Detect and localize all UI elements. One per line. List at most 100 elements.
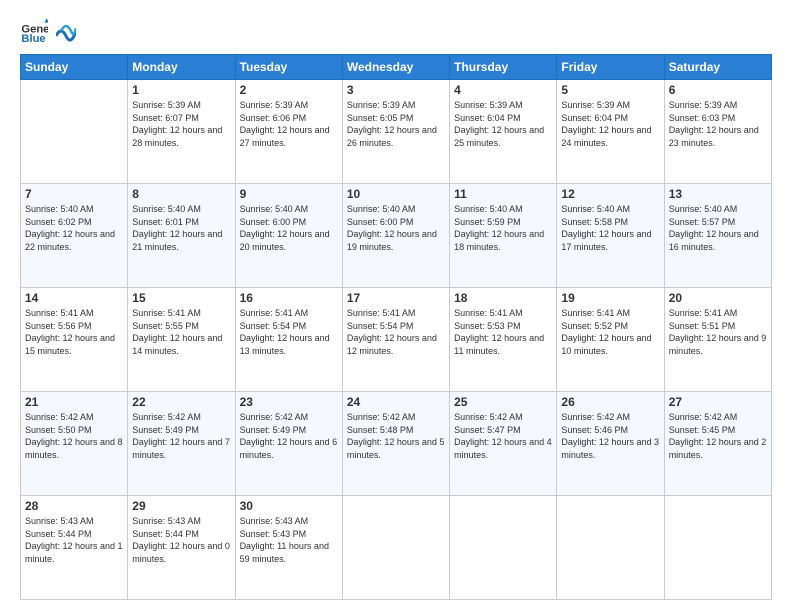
sunrise-text: Sunrise: 5:42 AM: [454, 411, 552, 424]
sunset-text: Sunset: 5:49 PM: [240, 424, 338, 437]
sunset-text: Sunset: 5:47 PM: [454, 424, 552, 437]
sunrise-text: Sunrise: 5:42 AM: [132, 411, 230, 424]
daylight-text: Daylight: 12 hours and 13 minutes.: [240, 332, 338, 357]
cell-info: Sunrise: 5:40 AM Sunset: 6:02 PM Dayligh…: [25, 203, 123, 253]
calendar-cell: 7 Sunrise: 5:40 AM Sunset: 6:02 PM Dayli…: [21, 184, 128, 288]
daylight-text: Daylight: 12 hours and 21 minutes.: [132, 228, 230, 253]
day-number: 19: [561, 291, 659, 305]
sunset-text: Sunset: 5:44 PM: [132, 528, 230, 541]
day-number: 12: [561, 187, 659, 201]
sunrise-text: Sunrise: 5:42 AM: [561, 411, 659, 424]
weekday-header-row: Sunday Monday Tuesday Wednesday Thursday…: [21, 55, 772, 80]
day-number: 10: [347, 187, 445, 201]
cell-info: Sunrise: 5:41 AM Sunset: 5:55 PM Dayligh…: [132, 307, 230, 357]
day-number: 3: [347, 83, 445, 97]
daylight-text: Daylight: 12 hours and 24 minutes.: [561, 124, 659, 149]
day-number: 9: [240, 187, 338, 201]
sunset-text: Sunset: 6:01 PM: [132, 216, 230, 229]
cell-info: Sunrise: 5:39 AM Sunset: 6:04 PM Dayligh…: [561, 99, 659, 149]
sunrise-text: Sunrise: 5:40 AM: [669, 203, 767, 216]
calendar-cell: 20 Sunrise: 5:41 AM Sunset: 5:51 PM Dayl…: [664, 288, 771, 392]
daylight-text: Daylight: 12 hours and 19 minutes.: [347, 228, 445, 253]
sunset-text: Sunset: 5:43 PM: [240, 528, 338, 541]
calendar-cell: 24 Sunrise: 5:42 AM Sunset: 5:48 PM Dayl…: [342, 392, 449, 496]
sunset-text: Sunset: 5:55 PM: [132, 320, 230, 333]
calendar-cell: 14 Sunrise: 5:41 AM Sunset: 5:56 PM Dayl…: [21, 288, 128, 392]
daylight-text: Daylight: 12 hours and 6 minutes.: [240, 436, 338, 461]
calendar-cell: 29 Sunrise: 5:43 AM Sunset: 5:44 PM Dayl…: [128, 496, 235, 600]
sunset-text: Sunset: 5:48 PM: [347, 424, 445, 437]
cell-info: Sunrise: 5:41 AM Sunset: 5:54 PM Dayligh…: [240, 307, 338, 357]
sunrise-text: Sunrise: 5:40 AM: [561, 203, 659, 216]
sunset-text: Sunset: 5:59 PM: [454, 216, 552, 229]
day-number: 27: [669, 395, 767, 409]
calendar-cell: 4 Sunrise: 5:39 AM Sunset: 6:04 PM Dayli…: [450, 80, 557, 184]
daylight-text: Daylight: 12 hours and 0 minutes.: [132, 540, 230, 565]
calendar-cell: [664, 496, 771, 600]
sunset-text: Sunset: 5:46 PM: [561, 424, 659, 437]
day-number: 21: [25, 395, 123, 409]
cell-info: Sunrise: 5:42 AM Sunset: 5:45 PM Dayligh…: [669, 411, 767, 461]
cell-info: Sunrise: 5:43 AM Sunset: 5:44 PM Dayligh…: [132, 515, 230, 565]
cell-info: Sunrise: 5:42 AM Sunset: 5:50 PM Dayligh…: [25, 411, 123, 461]
calendar-week-row: 1 Sunrise: 5:39 AM Sunset: 6:07 PM Dayli…: [21, 80, 772, 184]
sunrise-text: Sunrise: 5:43 AM: [240, 515, 338, 528]
daylight-text: Daylight: 12 hours and 8 minutes.: [25, 436, 123, 461]
calendar-week-row: 21 Sunrise: 5:42 AM Sunset: 5:50 PM Dayl…: [21, 392, 772, 496]
header-friday: Friday: [557, 55, 664, 80]
calendar-cell: 30 Sunrise: 5:43 AM Sunset: 5:43 PM Dayl…: [235, 496, 342, 600]
calendar-cell: 18 Sunrise: 5:41 AM Sunset: 5:53 PM Dayl…: [450, 288, 557, 392]
header-wednesday: Wednesday: [342, 55, 449, 80]
calendar-cell: 17 Sunrise: 5:41 AM Sunset: 5:54 PM Dayl…: [342, 288, 449, 392]
sunset-text: Sunset: 6:07 PM: [132, 112, 230, 125]
daylight-text: Daylight: 12 hours and 14 minutes.: [132, 332, 230, 357]
calendar-cell: 21 Sunrise: 5:42 AM Sunset: 5:50 PM Dayl…: [21, 392, 128, 496]
sunrise-text: Sunrise: 5:39 AM: [561, 99, 659, 112]
sunrise-text: Sunrise: 5:39 AM: [454, 99, 552, 112]
sunset-text: Sunset: 5:49 PM: [132, 424, 230, 437]
calendar-cell: 9 Sunrise: 5:40 AM Sunset: 6:00 PM Dayli…: [235, 184, 342, 288]
day-number: 6: [669, 83, 767, 97]
day-number: 16: [240, 291, 338, 305]
sunset-text: Sunset: 5:45 PM: [669, 424, 767, 437]
cell-info: Sunrise: 5:39 AM Sunset: 6:03 PM Dayligh…: [669, 99, 767, 149]
daylight-text: Daylight: 11 hours and 59 minutes.: [240, 540, 338, 565]
sunset-text: Sunset: 6:03 PM: [669, 112, 767, 125]
daylight-text: Daylight: 12 hours and 25 minutes.: [454, 124, 552, 149]
sunset-text: Sunset: 5:51 PM: [669, 320, 767, 333]
calendar-cell: 12 Sunrise: 5:40 AM Sunset: 5:58 PM Dayl…: [557, 184, 664, 288]
calendar-week-row: 28 Sunrise: 5:43 AM Sunset: 5:44 PM Dayl…: [21, 496, 772, 600]
cell-info: Sunrise: 5:39 AM Sunset: 6:07 PM Dayligh…: [132, 99, 230, 149]
day-number: 24: [347, 395, 445, 409]
header-tuesday: Tuesday: [235, 55, 342, 80]
daylight-text: Daylight: 12 hours and 5 minutes.: [347, 436, 445, 461]
calendar-cell: 1 Sunrise: 5:39 AM Sunset: 6:07 PM Dayli…: [128, 80, 235, 184]
calendar-cell: 26 Sunrise: 5:42 AM Sunset: 5:46 PM Dayl…: [557, 392, 664, 496]
svg-text:Blue: Blue: [21, 33, 45, 45]
cell-info: Sunrise: 5:42 AM Sunset: 5:48 PM Dayligh…: [347, 411, 445, 461]
daylight-text: Daylight: 12 hours and 22 minutes.: [25, 228, 123, 253]
sunrise-text: Sunrise: 5:43 AM: [132, 515, 230, 528]
daylight-text: Daylight: 12 hours and 15 minutes.: [25, 332, 123, 357]
calendar-cell: [557, 496, 664, 600]
sunset-text: Sunset: 6:00 PM: [240, 216, 338, 229]
calendar-cell: 10 Sunrise: 5:40 AM Sunset: 6:00 PM Dayl…: [342, 184, 449, 288]
calendar-cell: 16 Sunrise: 5:41 AM Sunset: 5:54 PM Dayl…: [235, 288, 342, 392]
day-number: 4: [454, 83, 552, 97]
page-header: General Blue: [20, 16, 772, 46]
sunset-text: Sunset: 6:04 PM: [561, 112, 659, 125]
calendar-cell: 22 Sunrise: 5:42 AM Sunset: 5:49 PM Dayl…: [128, 392, 235, 496]
cell-info: Sunrise: 5:40 AM Sunset: 5:57 PM Dayligh…: [669, 203, 767, 253]
cell-info: Sunrise: 5:41 AM Sunset: 5:53 PM Dayligh…: [454, 307, 552, 357]
day-number: 5: [561, 83, 659, 97]
cell-info: Sunrise: 5:40 AM Sunset: 6:01 PM Dayligh…: [132, 203, 230, 253]
sunrise-text: Sunrise: 5:40 AM: [240, 203, 338, 216]
calendar-cell: 13 Sunrise: 5:40 AM Sunset: 5:57 PM Dayl…: [664, 184, 771, 288]
cell-info: Sunrise: 5:41 AM Sunset: 5:54 PM Dayligh…: [347, 307, 445, 357]
day-number: 29: [132, 499, 230, 513]
calendar-cell: [450, 496, 557, 600]
sunset-text: Sunset: 5:54 PM: [347, 320, 445, 333]
calendar-cell: 5 Sunrise: 5:39 AM Sunset: 6:04 PM Dayli…: [557, 80, 664, 184]
day-number: 23: [240, 395, 338, 409]
sunset-text: Sunset: 5:52 PM: [561, 320, 659, 333]
